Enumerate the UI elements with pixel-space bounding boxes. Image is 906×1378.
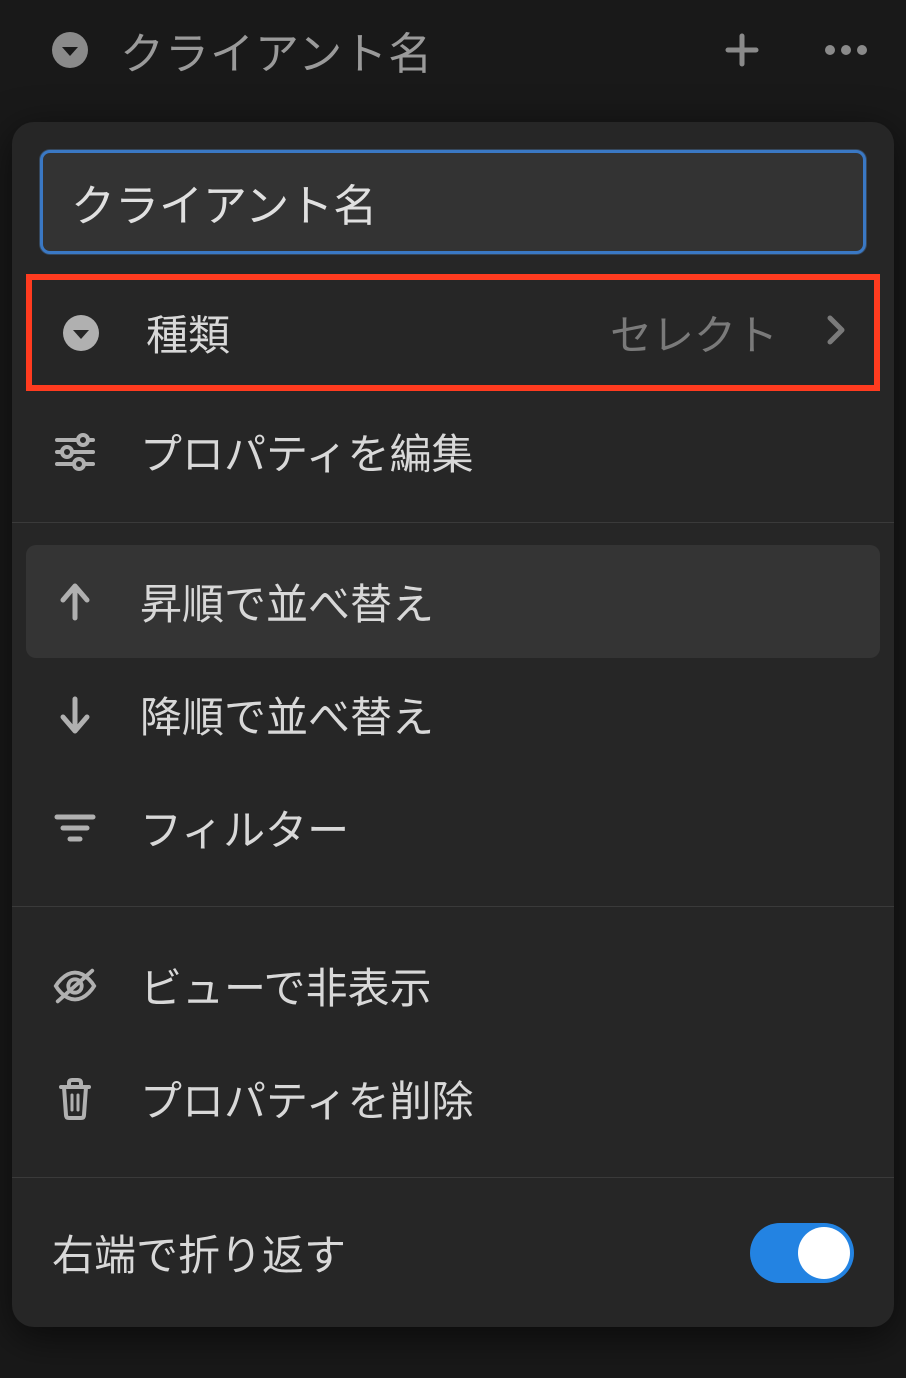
divider [12,906,894,907]
column-header[interactable]: クライアント名 [0,0,906,108]
wrap-toggle[interactable] [750,1223,854,1283]
toggle-knob [798,1227,850,1279]
select-type-icon [58,310,104,356]
divider [12,1177,894,1178]
sort-desc-label: 降順で並べ替え [140,684,854,745]
type-value: セレクト [610,302,778,363]
property-name-input[interactable] [40,150,866,254]
divider [12,522,894,523]
filter-icon [52,805,98,851]
sort-descending-item[interactable]: 降順で並べ替え [12,658,894,771]
filter-label: フィルター [140,797,854,858]
wrap-toggle-row: 右端で折り返す [12,1192,894,1327]
property-type-row[interactable]: 種類 セレクト [26,274,880,391]
eye-off-icon [52,963,98,1009]
delete-label: プロパティを削除 [140,1068,854,1129]
property-menu-dropdown: 種類 セレクト プロパティを編集 昇順で並べ替え [12,122,894,1327]
delete-property-item[interactable]: プロパティを削除 [12,1042,894,1155]
wrap-label: 右端で折り返す [52,1222,720,1283]
arrow-up-icon [52,579,98,625]
chevron-right-icon [824,310,848,355]
sort-asc-label: 昇順で並べ替え [140,571,854,632]
sort-ascending-item[interactable]: 昇順で並べ替え [26,545,880,658]
add-column-button[interactable] [720,28,764,72]
edit-property-label: プロパティを編集 [140,421,854,482]
hide-label: ビューで非表示 [140,955,854,1016]
more-options-button[interactable] [822,43,870,57]
trash-icon [52,1076,98,1122]
type-label: 種類 [146,302,568,363]
select-property-icon [50,30,90,70]
hide-in-view-item[interactable]: ビューで非表示 [12,929,894,1042]
sliders-icon [52,429,98,475]
column-title: クライアント名 [120,18,690,82]
edit-property-item[interactable]: プロパティを編集 [12,395,894,508]
filter-item[interactable]: フィルター [12,771,894,884]
arrow-down-icon [52,692,98,738]
